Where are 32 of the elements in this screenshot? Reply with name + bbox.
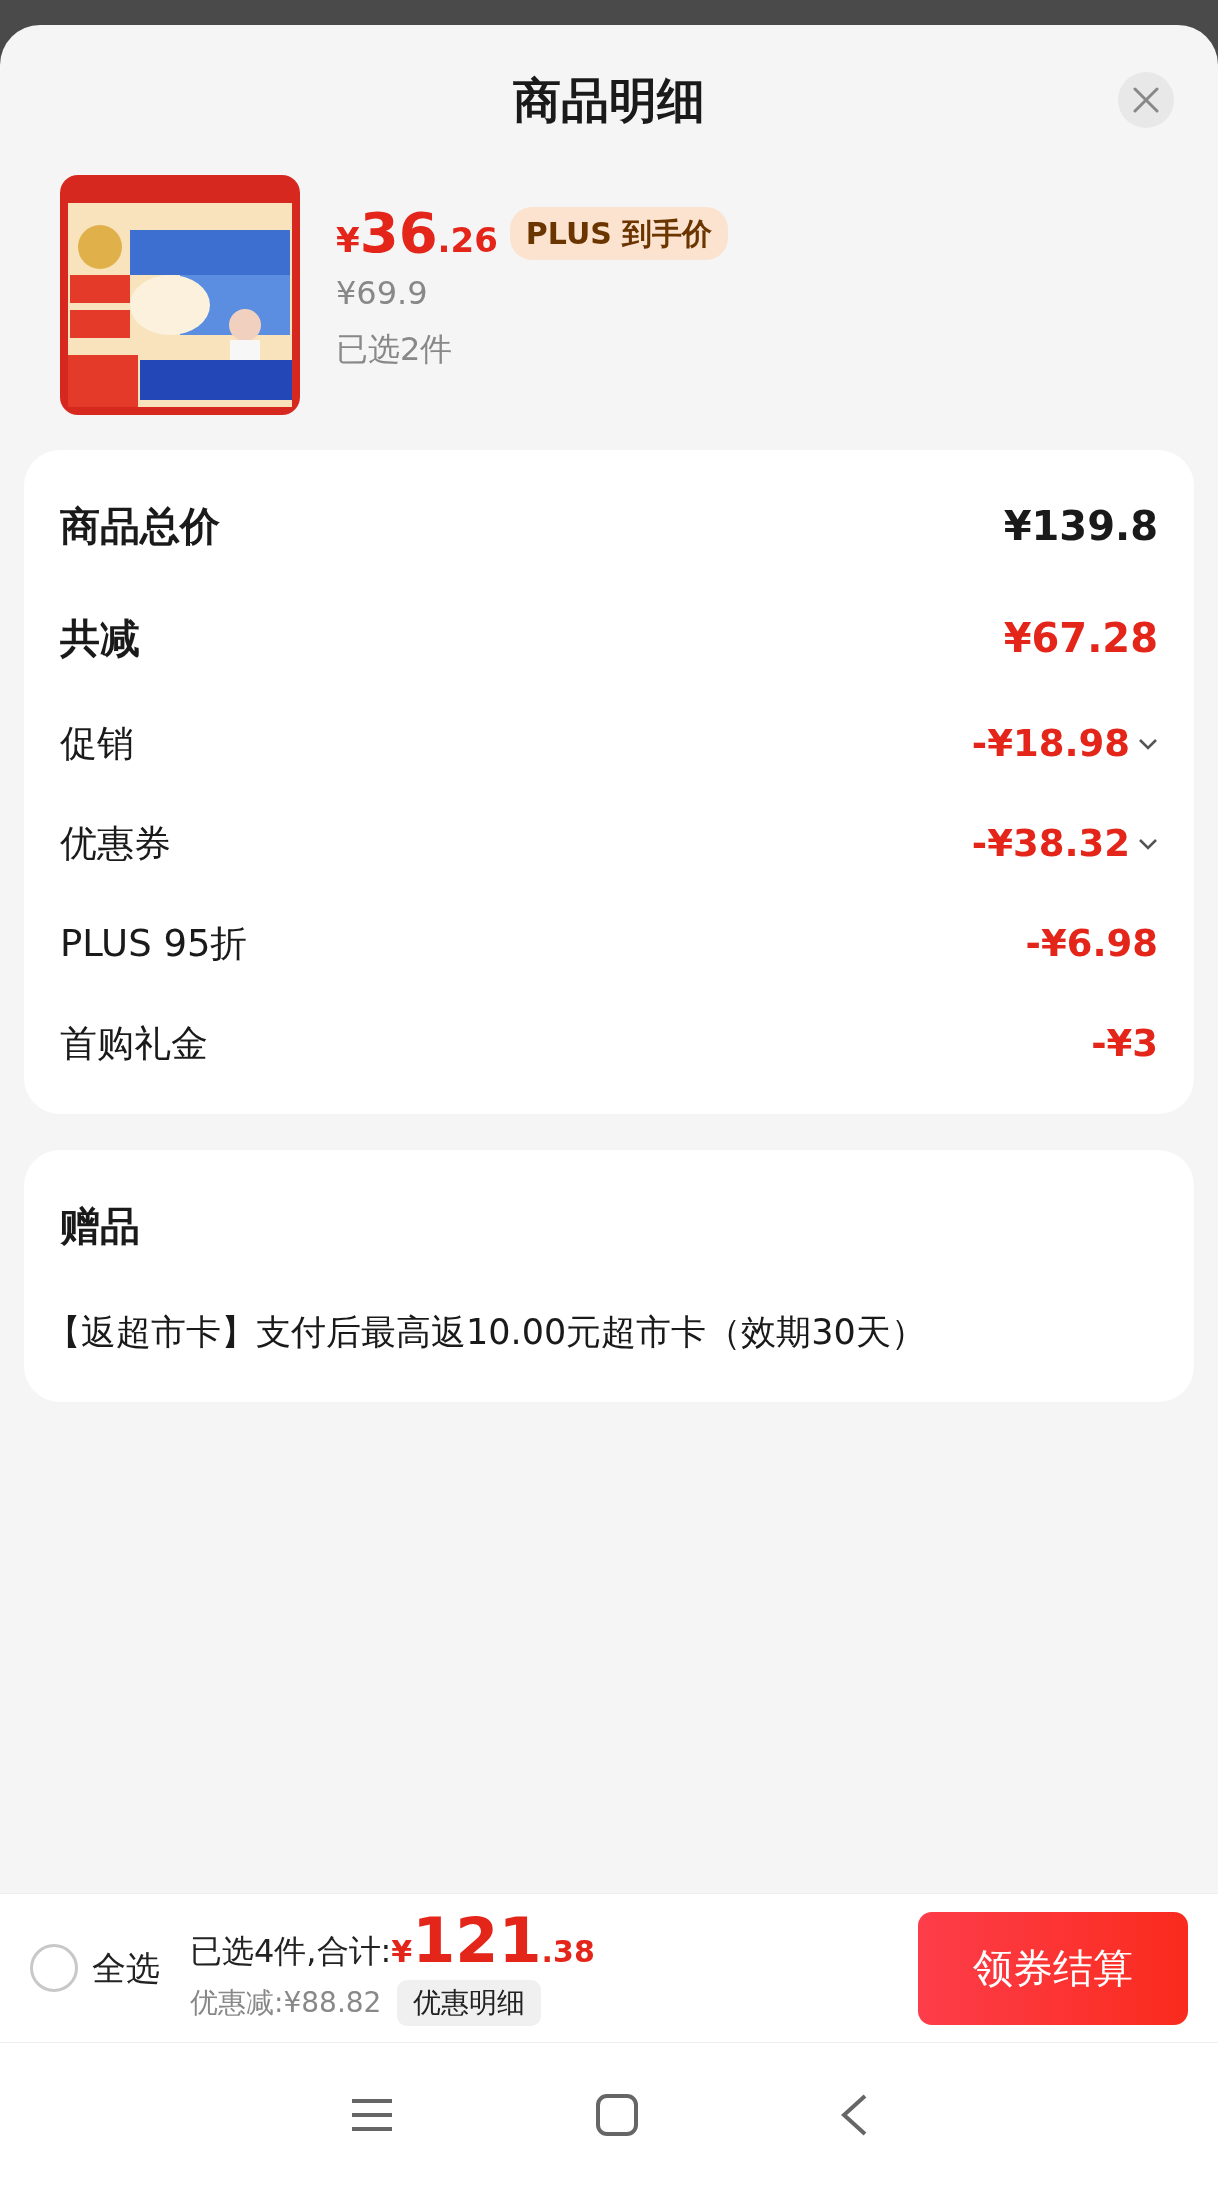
summary-label: 商品总价	[60, 502, 220, 551]
summary-label: 优惠券	[60, 821, 171, 868]
close-button[interactable]	[1118, 72, 1174, 128]
checkout-button[interactable]: 领券结算	[918, 1911, 1188, 2025]
summary-amount: ¥67.28	[1003, 614, 1158, 663]
summary-label: 共减	[60, 614, 140, 663]
summary-amount[interactable]: -¥18.98	[971, 716, 1130, 772]
chevron-down-icon[interactable]	[1138, 837, 1158, 851]
summary-label: 促销	[60, 721, 134, 768]
summary-amount: ¥139.8	[1003, 502, 1158, 551]
select-all-label: 全选	[92, 1946, 160, 1990]
summary-amount[interactable]: -¥38.32	[971, 816, 1130, 872]
menu-icon[interactable]	[350, 2097, 395, 2132]
summary-amount: -¥3	[1091, 1021, 1158, 1068]
back-icon[interactable]	[839, 2092, 868, 2137]
chevron-down-icon[interactable]	[1138, 737, 1158, 751]
summary-label: PLUS 95折	[60, 921, 248, 968]
product-price: ¥36.26	[336, 205, 498, 261]
gift-description: 【返超市卡】支付后最高返10.00元超市卡（效期30天）	[46, 1310, 926, 1354]
summary-amount: -¥6.98	[1025, 921, 1158, 968]
summary-label: 首购礼金	[60, 1021, 208, 1068]
gifts-heading: 赠品	[60, 1202, 140, 1251]
plus-price-tag: PLUS 到手价	[509, 206, 729, 260]
discount-details-button[interactable]: 优惠明细	[397, 1980, 542, 2026]
original-price: ¥69.9	[336, 273, 429, 314]
home-icon[interactable]	[595, 2092, 639, 2137]
close-icon	[1133, 87, 1159, 113]
sheet-title: 商品明细	[513, 71, 705, 130]
select-all-radio[interactable]	[30, 1944, 78, 1992]
selected-count: 已选2件	[336, 329, 454, 370]
order-total: 已选4件,合计:¥121.38	[190, 1910, 595, 1972]
discount-total: 优惠减:¥88.82	[190, 1985, 382, 2021]
